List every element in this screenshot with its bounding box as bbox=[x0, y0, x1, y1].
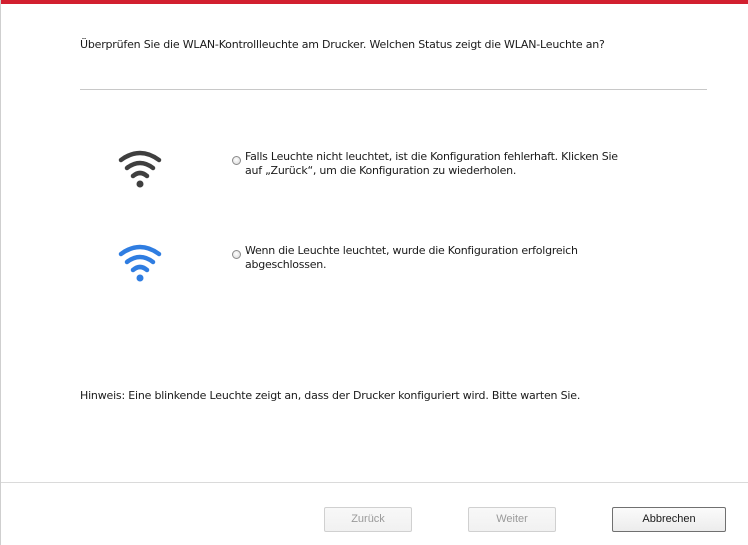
wifi-off-icon bbox=[118, 150, 162, 188]
next-button[interactable]: Weiter bbox=[468, 507, 556, 532]
question-text: Überprüfen Sie die WLAN-Kontrollleuchte … bbox=[80, 38, 605, 51]
cancel-button[interactable]: Abbrechen bbox=[612, 507, 726, 532]
accent-bar bbox=[1, 0, 748, 4]
back-button[interactable]: Zurück bbox=[324, 507, 412, 532]
wifi-status-dialog: Überprüfen Sie die WLAN-Kontrollleuchte … bbox=[0, 0, 748, 545]
option-led-off-radio[interactable] bbox=[232, 156, 241, 165]
option-led-on: Wenn die Leuchte leuchtet, wurde die Kon… bbox=[111, 230, 671, 290]
option-led-off-label: Falls Leuchte nicht leuchtet, ist die Ko… bbox=[245, 150, 618, 177]
footer-divider bbox=[1, 482, 748, 483]
hint-text: Hinweis: Eine blinkende Leuchte zeigt an… bbox=[80, 389, 581, 402]
wifi-on-icon bbox=[118, 244, 162, 282]
option-led-on-label: Wenn die Leuchte leuchtet, wurde die Kon… bbox=[245, 244, 578, 271]
option-led-on-radio[interactable] bbox=[232, 250, 241, 259]
option-led-off: Falls Leuchte nicht leuchtet, ist die Ko… bbox=[111, 136, 671, 196]
divider bbox=[80, 89, 707, 90]
